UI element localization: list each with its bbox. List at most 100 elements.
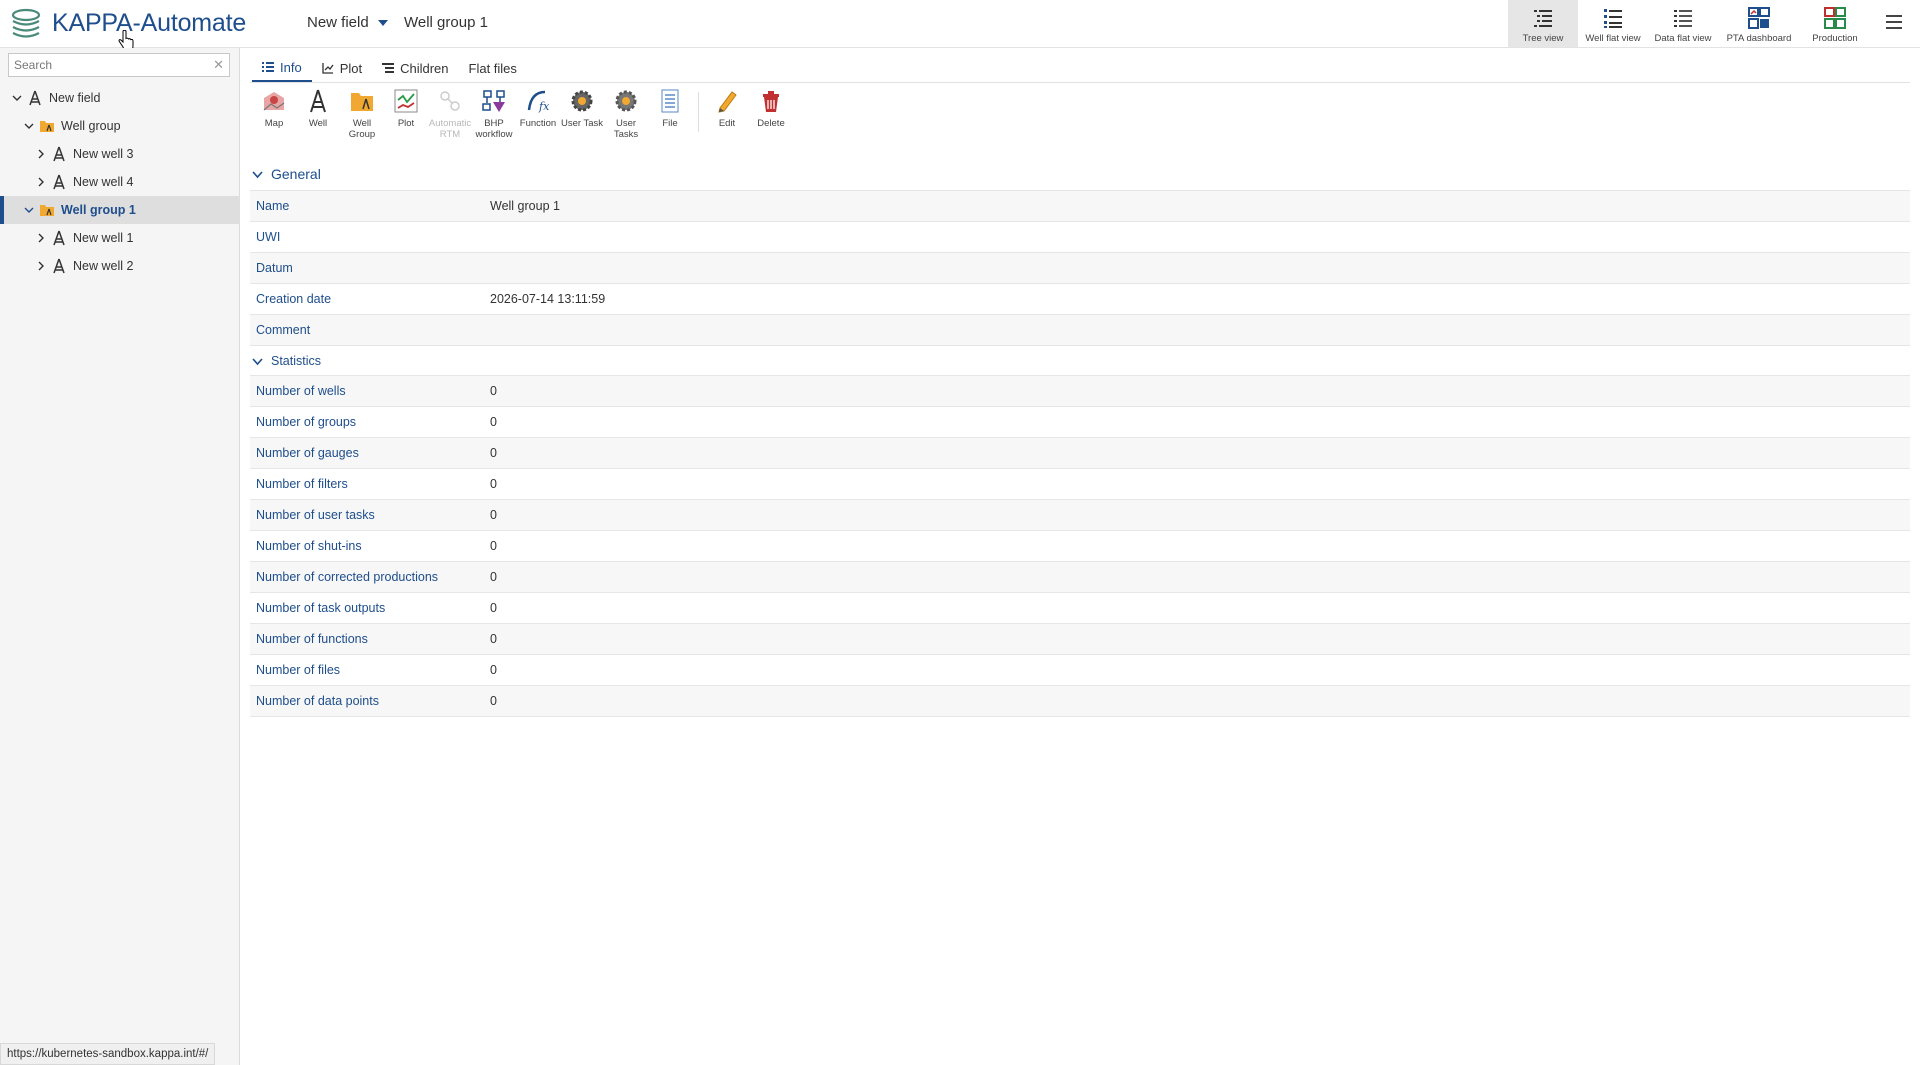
tab-label: Info [280,59,302,75]
breadcrumb-group[interactable]: Well group 1 [404,14,488,31]
section-statistics-header[interactable]: Statistics [252,354,321,368]
sidebar: ✕ New field Well group New well 3 New we… [0,48,240,1065]
tree-item-new-field[interactable]: New field [0,84,240,112]
tab-info[interactable]: Info [252,54,312,82]
chevron-down-icon [252,170,263,178]
tree-item-new-well-2[interactable]: New well 2 [0,252,240,280]
data-flat-view-button[interactable]: Data flat view [1648,0,1718,47]
statistic-key: Number of filters [256,477,348,491]
statistic-value: 0 [490,384,497,398]
tab-label: Children [400,60,449,76]
tool-label: Plot [397,118,415,129]
search-input[interactable] [9,54,204,76]
tool-label: Well Group [348,118,376,140]
chevron-right-icon[interactable] [36,233,46,243]
well-icon [53,258,65,274]
user-task-button[interactable]: User Task [560,88,604,140]
user-tasks-button[interactable]: User Tasks [604,88,648,140]
property-row: UWI [250,222,1910,253]
hamburger-menu-icon[interactable] [1886,15,1902,29]
property-value: 2026-07-14 13:11:59 [490,292,606,306]
edit-button[interactable]: Edit [705,88,749,140]
function-button[interactable]: fx Function [516,88,560,140]
chevron-down-icon[interactable] [24,121,34,131]
plot-button[interactable]: Plot [384,88,428,140]
tool-label: File [662,118,678,129]
field-icon [29,90,41,106]
well-group-button[interactable]: Well Group [340,88,384,140]
map-button[interactable]: Map [252,88,296,140]
detail-tabs: Info Plot Children Flat files [252,54,527,82]
statistic-row: Number of filters 0 [250,469,1910,500]
tab-plot[interactable]: Plot [312,54,372,82]
automatic-rtm-button[interactable]: Automatic RTM [428,88,472,140]
tree-view-icon [1534,10,1552,27]
bhp-workflow-button[interactable]: BHP workflow [472,88,516,140]
user-tasks-gear-icon [615,90,637,112]
edit-pencil-icon [718,91,737,113]
tree-item-new-well-4[interactable]: New well 4 [0,168,240,196]
chevron-down-icon[interactable] [12,93,22,103]
tree-view-button[interactable]: Tree view [1508,0,1578,47]
well-icon [53,230,65,246]
property-key: Creation date [256,292,332,306]
statistic-row: Number of task outputs 0 [250,593,1910,624]
well-button[interactable]: Well [296,88,340,140]
statistic-key: Number of groups [256,415,357,429]
pta-dashboard-button[interactable]: PTA dashboard [1718,0,1800,47]
delete-button[interactable]: Delete [749,88,793,140]
search-box: ✕ [8,53,230,77]
production-button[interactable]: Production [1800,0,1870,47]
statistics-table: Number of wells 0 Number of groups 0 Numbe… [250,375,1910,717]
tool-label: Edit [718,118,736,129]
tool-label: BHP workflow [475,118,513,140]
section-general-header[interactable]: General [252,166,321,182]
file-button[interactable]: File [648,88,692,140]
tree-item-new-well-3[interactable]: New well 3 [0,140,240,168]
breadcrumb-field[interactable]: New field [307,14,369,31]
well-flat-view-label: Well flat view [1585,33,1641,44]
tree-item-label: New well 1 [73,231,134,245]
clear-search-icon[interactable]: ✕ [213,57,224,73]
status-bar-url: https://kubernetes-sandbox.kappa.int/#/ [0,1043,216,1065]
pta-dashboard-label: PTA dashboard [1726,33,1792,44]
file-icon [661,89,679,113]
property-row: Comment [250,315,1910,346]
section-title: Statistics [271,354,322,368]
tool-label: Function [519,118,557,129]
tree-item-new-well-1[interactable]: New well 1 [0,224,240,252]
statistic-key: Number of shut-ins [256,539,362,553]
tool-label: User Task [560,118,604,129]
tab-label: Plot [339,60,363,76]
tree-item-label: New well 2 [73,259,134,273]
kappa-logo-icon[interactable] [9,6,43,40]
production-icon [1824,7,1846,29]
tree-item-well-group[interactable]: Well group [0,112,240,140]
well-icon [53,146,65,162]
well-group-folder-icon [40,205,54,216]
well-flat-view-button[interactable]: Well flat view [1578,0,1648,47]
production-label: Production [1812,33,1858,44]
chevron-down-icon[interactable] [24,205,34,215]
app-header: KAPPA-Automate New field Well group 1 Tr… [0,0,1920,51]
well-group-folder-icon [40,121,54,132]
well-flat-view-icon [1604,9,1622,28]
statistic-row: Number of shut-ins 0 [250,531,1910,562]
tab-flat-files[interactable]: Flat files [459,54,527,82]
tree-item-well-group-1[interactable]: Well group 1 [0,196,240,224]
statistic-key: Number of corrected productions [256,570,439,584]
app-title[interactable]: KAPPA-Automate [52,9,246,38]
chevron-down-icon[interactable] [378,20,388,26]
chevron-right-icon[interactable] [36,149,46,159]
chevron-right-icon[interactable] [36,177,46,187]
statistic-value: 0 [490,446,497,460]
statistic-value: 0 [490,632,497,646]
tab-children[interactable]: Children [372,54,458,82]
tool-label: User Tasks [613,118,639,140]
statistic-value: 0 [490,477,497,491]
statistic-row: Number of files 0 [250,655,1910,686]
statistic-key: Number of gauges [256,446,359,460]
chevron-right-icon[interactable] [36,261,46,271]
property-key: UWI [256,230,281,244]
tree-list-icon [382,63,395,73]
